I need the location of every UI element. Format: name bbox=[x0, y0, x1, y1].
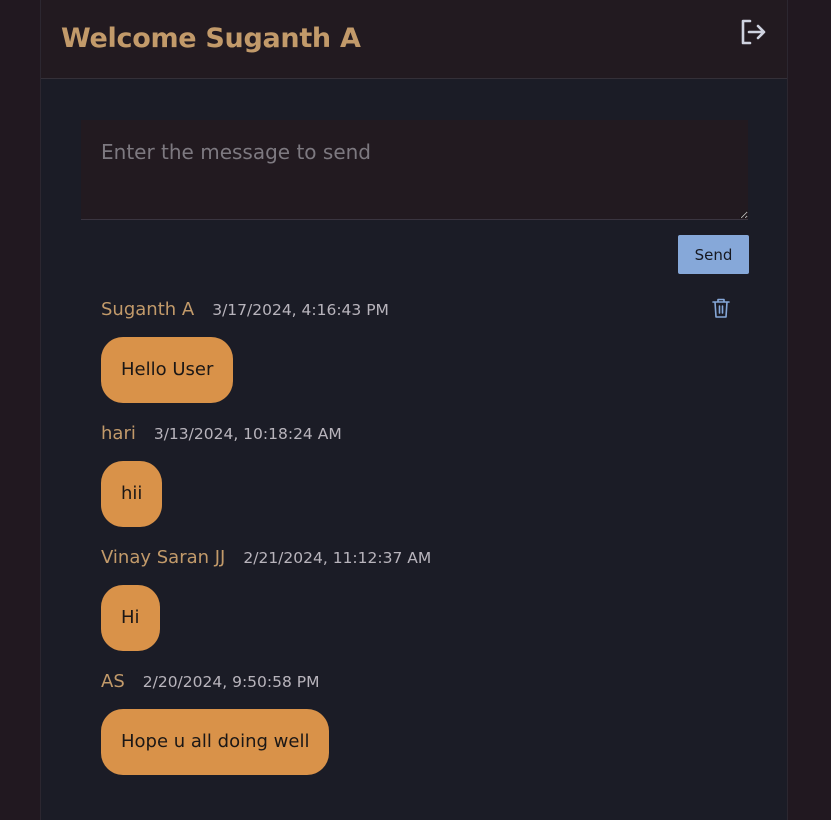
message-author: hari bbox=[101, 423, 136, 444]
header: Welcome Suganth A bbox=[41, 0, 787, 79]
message-timestamp: 3/13/2024, 10:18:24 AM bbox=[153, 425, 342, 443]
message-item: Vinay Saran JJ 2/21/2024, 11:12:37 AM Hi bbox=[101, 547, 731, 651]
message-item: AS 2/20/2024, 9:50:58 PM Hope u all doing… bbox=[101, 671, 731, 775]
message-meta: Suganth A 3/17/2024, 4:16:43 PM bbox=[101, 297, 731, 325]
message-timestamp: 2/20/2024, 9:50:58 PM bbox=[142, 673, 320, 691]
message-input[interactable] bbox=[81, 120, 748, 220]
chat-panel: Welcome Suganth A Send Suganth A 3/17/202… bbox=[40, 0, 788, 820]
message-author: Vinay Saran JJ bbox=[101, 547, 226, 568]
message-bubble: Hope u all doing well bbox=[101, 709, 330, 775]
message-meta: hari 3/13/2024, 10:18:24 AM bbox=[101, 423, 731, 449]
message-meta: Vinay Saran JJ 2/21/2024, 11:12:37 AM bbox=[101, 547, 731, 573]
message-timestamp: 3/17/2024, 4:16:43 PM bbox=[212, 301, 389, 319]
send-button[interactable]: Send bbox=[678, 235, 749, 274]
message-bubble: Hi bbox=[101, 585, 160, 651]
message-author: AS bbox=[101, 671, 125, 692]
trash-icon[interactable] bbox=[711, 297, 731, 319]
message-meta: AS 2/20/2024, 9:50:58 PM bbox=[101, 671, 731, 697]
message-item: Suganth A 3/17/2024, 4:16:43 PM Hello Use… bbox=[101, 297, 731, 403]
logout-icon[interactable] bbox=[737, 16, 769, 48]
message-timestamp: 2/21/2024, 11:12:37 AM bbox=[243, 549, 432, 567]
message-author: Suganth A bbox=[101, 299, 195, 320]
page-title: Welcome Suganth A bbox=[61, 23, 361, 54]
message-bubble: hii bbox=[101, 461, 163, 527]
message-bubble: Hello User bbox=[101, 337, 234, 403]
message-item: hari 3/13/2024, 10:18:24 AM hii bbox=[101, 423, 731, 527]
